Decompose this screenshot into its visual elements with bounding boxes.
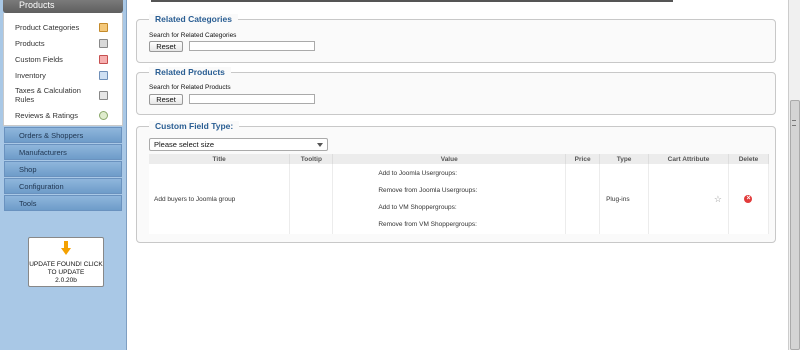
cell-value: Add to Joomla Usergroups: Remove from Jo… xyxy=(332,164,567,234)
inventory-icon xyxy=(99,70,108,80)
sidebar-item-taxes[interactable]: Taxes & Calculation Rules xyxy=(4,83,122,107)
value-line: Add to Joomla Usergroups: xyxy=(378,170,458,177)
related-products-search-input[interactable] xyxy=(189,94,315,104)
table-row: Add buyers to Joomla group Add to Joomla… xyxy=(149,164,770,234)
taxes-icon xyxy=(99,90,108,100)
products-menu-header[interactable]: Products xyxy=(3,0,123,13)
related-categories-legend: Related Categories xyxy=(149,14,238,24)
sidebar-item-label: Product Categories xyxy=(15,22,80,32)
related-categories-search-label: Search for Related Categories xyxy=(149,32,237,39)
download-arrow-icon xyxy=(64,241,68,248)
products-icon xyxy=(99,38,108,48)
update-text: UPDATE FOUND! CLICK TO UPDATE 2.0.20b xyxy=(29,261,103,285)
sidebar-item-label: Custom Fields xyxy=(15,54,63,64)
update-line2: TO UPDATE xyxy=(47,269,85,276)
sidebar-item-label: Reviews & Ratings xyxy=(15,110,78,120)
sidebar-item-reviews[interactable]: Reviews & Ratings xyxy=(4,107,122,123)
size-select[interactable]: Please select size xyxy=(149,138,328,151)
sidebar-item-label: Taxes & Calculation Rules xyxy=(15,86,81,104)
sidebar-section-orders[interactable]: Orders & Shoppers xyxy=(4,127,122,143)
update-button[interactable]: UPDATE FOUND! CLICK TO UPDATE 2.0.20b xyxy=(28,237,104,287)
col-type: Type xyxy=(599,154,650,164)
related-products-reset-button[interactable]: Reset xyxy=(149,94,183,105)
value-line: Remove from Joomla Usergroups: xyxy=(378,187,478,194)
update-line1: UPDATE FOUND! CLICK xyxy=(29,261,103,268)
update-version: 2.0.20b xyxy=(55,277,77,284)
related-categories-reset-button[interactable]: Reset xyxy=(149,41,183,52)
sidebar-item-product-categories[interactable]: Product Categories xyxy=(4,19,122,35)
vertical-scrollbar[interactable] xyxy=(788,0,800,350)
sidebar-section-manufacturers[interactable]: Manufacturers xyxy=(4,144,122,160)
reviews-icon xyxy=(99,110,108,120)
col-tooltip: Tooltip xyxy=(289,154,334,164)
sidebar-item-inventory[interactable]: Inventory xyxy=(4,67,122,83)
download-arrow-head-icon xyxy=(61,248,71,255)
star-icon[interactable]: ☆ xyxy=(714,194,722,204)
scrollbar-thumb[interactable] xyxy=(790,100,800,350)
products-menu: Product Categories Products Custom Field… xyxy=(3,13,123,126)
cell-delete: × xyxy=(728,164,770,234)
table-header-row: Title Tooltip Value Price Type Cart Attr… xyxy=(149,154,770,164)
sidebar-item-label: Inventory xyxy=(15,70,46,80)
related-categories-search-input[interactable] xyxy=(189,41,315,51)
sidebar: Products Product Categories Products Cus… xyxy=(0,0,127,350)
custom-fields-icon xyxy=(99,54,108,64)
sidebar-section-shop[interactable]: Shop xyxy=(4,161,122,177)
sidebar-section-configuration[interactable]: Configuration xyxy=(4,178,122,194)
cell-type: Plug-ins xyxy=(599,164,650,234)
grip-icon xyxy=(792,120,796,126)
sidebar-item-products[interactable]: Products xyxy=(4,35,122,51)
categories-icon xyxy=(99,22,108,32)
cell-tooltip xyxy=(289,164,334,234)
related-products-panel: Related Products Search for Related Prod… xyxy=(136,67,776,115)
sidebar-item-label: Products xyxy=(15,38,45,48)
cell-price xyxy=(565,164,601,234)
col-delete: Delete xyxy=(728,154,770,164)
col-cart-attribute: Cart Attribute xyxy=(648,154,729,164)
custom-field-type-panel: Custom Field Type: Please select size Ti… xyxy=(136,121,776,243)
custom-field-type-legend: Custom Field Type: xyxy=(149,121,240,131)
value-line: Add to VM Shoppergroups: xyxy=(378,204,457,211)
delete-icon[interactable]: × xyxy=(744,195,753,203)
col-price: Price xyxy=(565,154,601,164)
sidebar-section-tools[interactable]: Tools xyxy=(4,195,122,211)
top-divider xyxy=(151,0,673,2)
chevron-down-icon xyxy=(317,143,323,147)
sidebar-item-custom-fields[interactable]: Custom Fields xyxy=(4,51,122,67)
related-categories-panel: Related Categories Search for Related Ca… xyxy=(136,14,776,63)
cell-title: Add buyers to Joomla group xyxy=(149,164,291,234)
col-title: Title xyxy=(149,154,291,164)
main-content: Related Categories Search for Related Ca… xyxy=(131,0,784,350)
related-products-legend: Related Products xyxy=(149,67,231,77)
cell-cart-attribute: ☆ xyxy=(648,164,729,234)
col-value: Value xyxy=(332,154,567,164)
custom-fields-table: Title Tooltip Value Price Type Cart Attr… xyxy=(149,154,770,234)
related-products-search-label: Search for Related Products xyxy=(149,84,231,91)
value-line: Remove from VM Shoppergroups: xyxy=(378,221,477,228)
size-select-value: Please select size xyxy=(154,140,215,149)
